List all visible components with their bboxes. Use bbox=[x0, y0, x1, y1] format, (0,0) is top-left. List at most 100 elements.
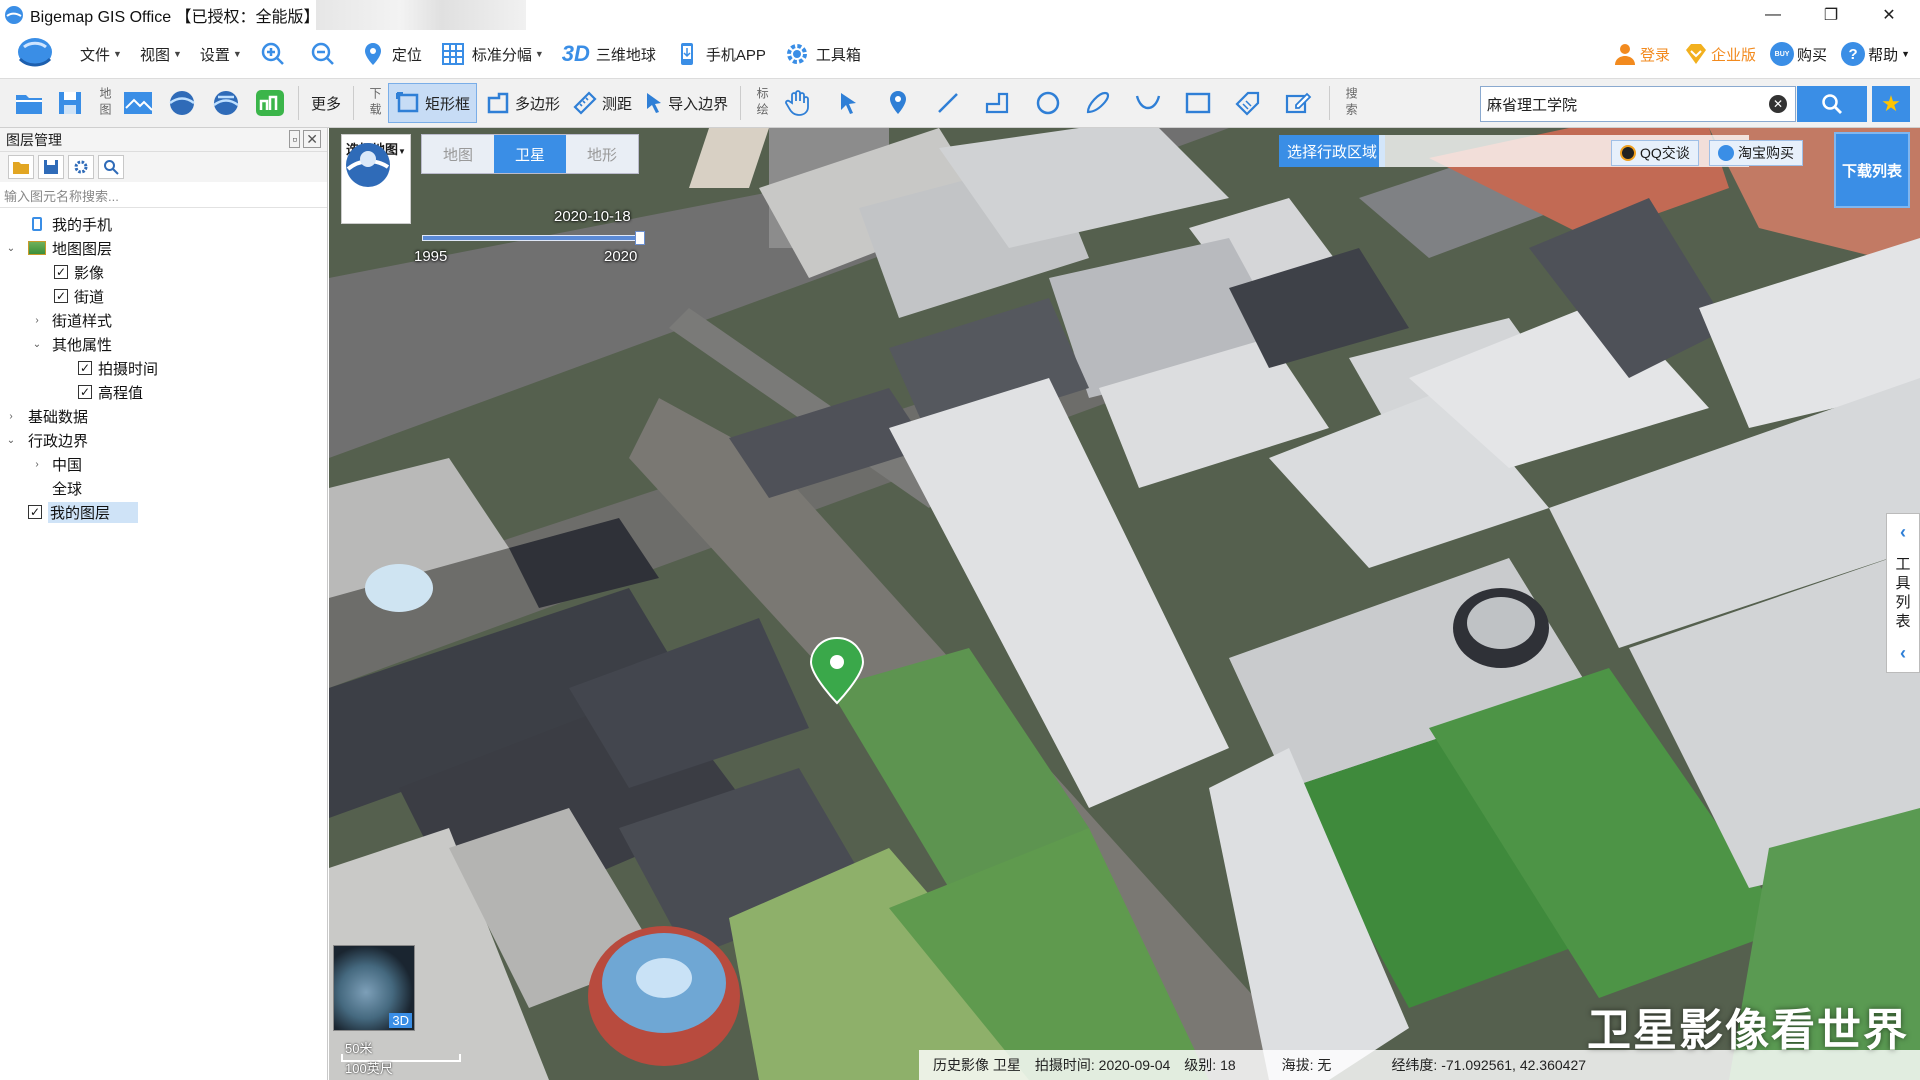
chevron-down-icon[interactable]: ⌄ bbox=[30, 339, 44, 350]
circle-tool-button[interactable] bbox=[1025, 83, 1071, 123]
zoom-out-button[interactable] bbox=[310, 41, 342, 67]
close-button[interactable]: ✕ bbox=[1860, 0, 1918, 30]
help-button[interactable]: ? 帮助 ▼ bbox=[1841, 42, 1910, 66]
label-tool-button[interactable] bbox=[1225, 83, 1271, 123]
tab-satellite[interactable]: 卫星 bbox=[494, 135, 566, 173]
tree-item-streets[interactable]: ✓ 街道 bbox=[0, 284, 327, 308]
toolbar-separator bbox=[298, 86, 299, 120]
3d-minimap[interactable]: 3D bbox=[333, 945, 415, 1031]
download-group-label: 下载 bbox=[368, 87, 383, 119]
marker-tool-button[interactable] bbox=[875, 83, 921, 123]
minimize-button[interactable]: — bbox=[1744, 0, 1802, 30]
map-source-4-button[interactable] bbox=[250, 83, 290, 123]
select-tool-button[interactable] bbox=[825, 83, 871, 123]
map-type-selector[interactable]: 选择地图▼ bbox=[341, 134, 411, 224]
map-source-3-button[interactable] bbox=[206, 83, 246, 123]
download-list-button[interactable]: 下载列表 bbox=[1834, 132, 1910, 208]
panel-float-icon[interactable]: ▫ bbox=[289, 130, 301, 148]
edit-tool-button[interactable] bbox=[1275, 83, 1321, 123]
tree-item-china[interactable]: › 中国 bbox=[0, 452, 327, 476]
tree-item-global[interactable]: 全球 bbox=[0, 476, 327, 500]
select-region-button[interactable]: 选择行政区域 bbox=[1279, 135, 1386, 167]
more-button[interactable]: 更多 bbox=[307, 83, 345, 123]
restore-button[interactable]: ❐ bbox=[1802, 0, 1860, 30]
tree-item-elevation[interactable]: ✓ 高程值 bbox=[0, 380, 327, 404]
measure-button[interactable]: 测距 bbox=[568, 83, 636, 123]
tree-item-imagery[interactable]: ✓ 影像 bbox=[0, 260, 327, 284]
folder-open-icon bbox=[13, 162, 29, 174]
map-source-1-button[interactable] bbox=[118, 83, 158, 123]
panel-save-button[interactable] bbox=[38, 155, 64, 179]
tool-list-sidebar[interactable]: ‹ 工 具 列 表 ‹ bbox=[1886, 513, 1920, 673]
import-boundary-button[interactable]: 导入边界 bbox=[640, 83, 732, 123]
tree-item-admin-boundary[interactable]: ⌄ 行政边界 bbox=[0, 428, 327, 452]
timeline-end-year: 2020 bbox=[604, 248, 638, 265]
menu-settings[interactable]: 设置 ▼ bbox=[200, 44, 242, 65]
chevron-right-icon[interactable]: › bbox=[30, 459, 44, 470]
clear-search-icon[interactable]: ✕ bbox=[1769, 95, 1787, 113]
freehand-tool-button[interactable] bbox=[1075, 83, 1121, 123]
timeline-slider[interactable] bbox=[422, 231, 645, 245]
bigemap-logo-icon[interactable] bbox=[14, 33, 56, 75]
rect-select-button[interactable]: 矩形框 bbox=[388, 83, 478, 123]
zoom-in-button[interactable] bbox=[260, 41, 292, 67]
chevron-down-icon[interactable]: ⌄ bbox=[4, 243, 18, 254]
tab-terrain[interactable]: 地形 bbox=[566, 135, 638, 173]
chevron-right-icon[interactable]: › bbox=[4, 411, 18, 422]
checkbox-checked[interactable]: ✓ bbox=[54, 289, 68, 303]
open-button[interactable] bbox=[10, 83, 48, 123]
standard-grid-button[interactable]: 标准分幅 ▼ bbox=[440, 41, 544, 67]
pan-tool-button[interactable] bbox=[775, 83, 821, 123]
checkbox-checked[interactable]: ✓ bbox=[78, 385, 92, 399]
chevron-left-icon[interactable]: ‹ bbox=[1900, 643, 1906, 664]
buy-button[interactable]: BUY 购买 bbox=[1770, 42, 1827, 66]
map-viewport[interactable]: 选择地图▼ 地图 卫星 地形 2020-10-18 1995 2020 选择行政… bbox=[329, 128, 1920, 1080]
toolbar-separator bbox=[740, 86, 742, 120]
tree-item-street-style[interactable]: › 街道样式 bbox=[0, 308, 327, 332]
toolbox-button[interactable]: 工具箱 bbox=[784, 41, 861, 67]
panel-search-button[interactable] bbox=[98, 155, 124, 179]
qq-chat-button[interactable]: QQ交谈 bbox=[1611, 140, 1699, 166]
checkbox-checked[interactable]: ✓ bbox=[28, 505, 42, 519]
search-button[interactable] bbox=[1797, 86, 1867, 122]
taobao-buy-button[interactable]: 淘宝购买 bbox=[1709, 140, 1803, 166]
polyline-tool-button[interactable] bbox=[975, 83, 1021, 123]
tab-map[interactable]: 地图 bbox=[422, 135, 494, 173]
locate-button[interactable]: 定位 bbox=[360, 41, 422, 67]
search-input[interactable] bbox=[1481, 89, 1751, 119]
timeline-handle[interactable] bbox=[635, 231, 645, 245]
menu-view[interactable]: 视图 ▼ bbox=[140, 44, 182, 65]
chevron-right-icon[interactable]: › bbox=[30, 315, 44, 326]
layer-search-input[interactable]: 输入图元名称搜索... bbox=[0, 184, 327, 208]
globe-icon bbox=[169, 91, 195, 115]
panel-close-icon[interactable]: ✕ bbox=[303, 130, 321, 148]
favorites-button[interactable]: ★ bbox=[1872, 86, 1910, 122]
line-tool-button[interactable] bbox=[925, 83, 971, 123]
menu-file[interactable]: 文件 ▼ bbox=[80, 44, 122, 65]
login-button[interactable]: 登录 bbox=[1613, 42, 1670, 66]
panel-settings-button[interactable] bbox=[68, 155, 94, 179]
diamond-icon bbox=[1686, 44, 1707, 64]
rectangle-tool-button[interactable] bbox=[1175, 83, 1221, 123]
checkbox-checked[interactable]: ✓ bbox=[78, 361, 92, 375]
import-boundary-label: 导入边界 bbox=[668, 95, 729, 113]
chevron-down-icon[interactable]: ⌄ bbox=[4, 435, 18, 446]
tree-item-capture-time[interactable]: ✓ 拍摄时间 bbox=[0, 356, 327, 380]
arrow-import-icon bbox=[647, 93, 662, 113]
tree-item-my-phone[interactable]: 我的手机 bbox=[0, 212, 327, 236]
checkbox-checked[interactable]: ✓ bbox=[54, 265, 68, 279]
mobile-app-button[interactable]: 手机APP bbox=[674, 41, 766, 67]
globe-button[interactable]: 3D 三维地球 bbox=[562, 41, 656, 67]
map-source-2-button[interactable] bbox=[162, 83, 202, 123]
tree-item-my-layers[interactable]: ✓ 我的图层 bbox=[0, 500, 327, 524]
tree-item-base-data[interactable]: › 基础数据 bbox=[0, 404, 327, 428]
enterprise-button[interactable]: 企业版 bbox=[1684, 42, 1756, 66]
tree-item-other-props[interactable]: ⌄ 其他属性 bbox=[0, 332, 327, 356]
panel-open-button[interactable] bbox=[8, 155, 34, 179]
polygon-select-button[interactable]: 多边形 bbox=[481, 83, 564, 123]
chevron-left-icon[interactable]: ‹ bbox=[1900, 522, 1906, 543]
layer-tree: 我的手机 ⌄ 地图图层 ✓ 影像 ✓ 街道 › 街道样式 ⌄ 其他属性 ✓ 拍摄… bbox=[0, 210, 327, 524]
tree-item-map-layers[interactable]: ⌄ 地图图层 bbox=[0, 236, 327, 260]
save-button[interactable] bbox=[52, 83, 88, 123]
curve-tool-button[interactable] bbox=[1125, 83, 1171, 123]
